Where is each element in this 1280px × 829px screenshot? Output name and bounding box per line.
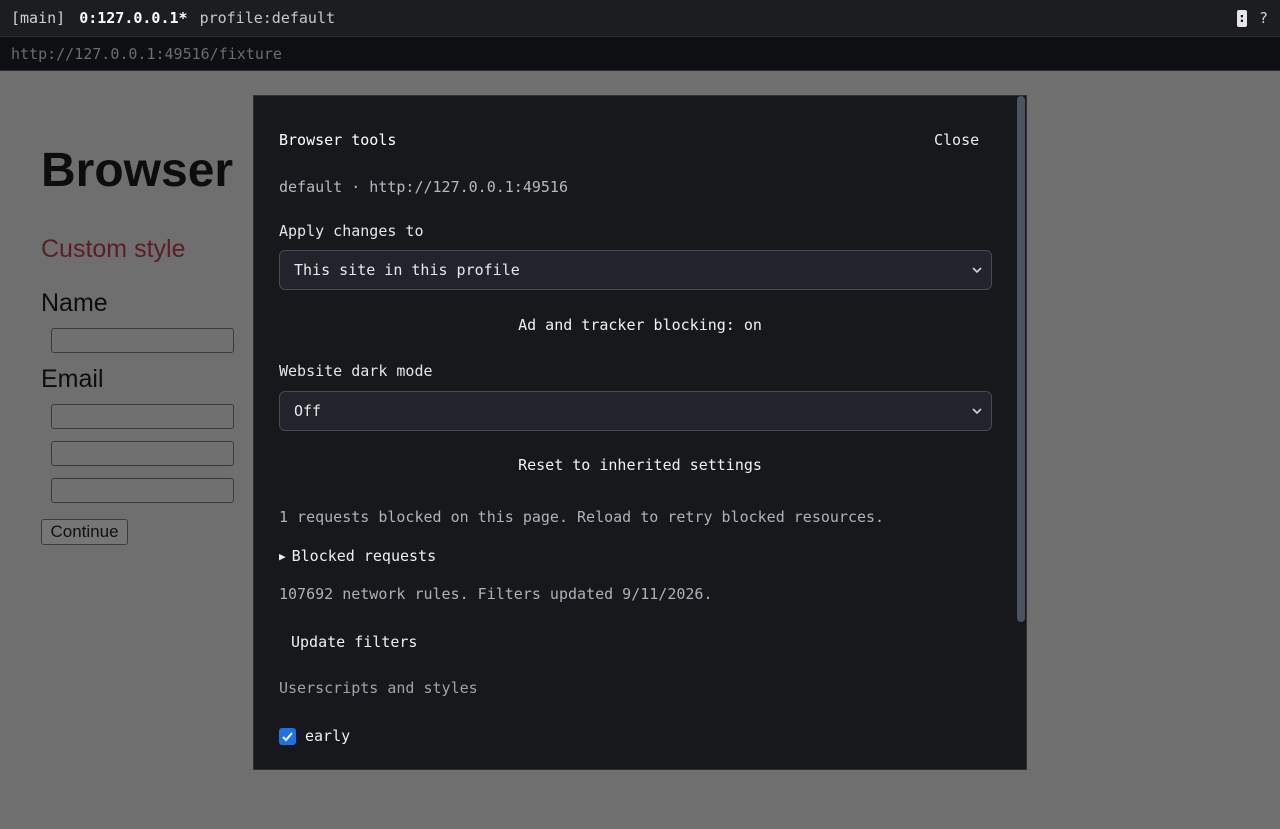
dialog-scrollbar[interactable] (1017, 96, 1025, 622)
continue-button[interactable]: Continue (41, 519, 128, 545)
dark-mode-label: Website dark mode (279, 362, 433, 380)
blocking-status[interactable]: Ad and tracker blocking: on (254, 316, 1026, 334)
userscript-label: early (305, 727, 351, 745)
top-status-bar: [main] 0:127.0.0.1* profile:default : ? (0, 0, 1280, 36)
blocked-requests-toggle[interactable]: ▶ Blocked requests (279, 547, 436, 565)
name-input[interactable] (51, 328, 234, 353)
apply-changes-select[interactable]: This site in this profile (279, 250, 992, 290)
page-heading: Browser (41, 144, 234, 197)
profile-label: profile:default (199, 9, 336, 27)
url-text: http://127.0.0.1:49516/fixture (11, 44, 282, 63)
session-label: [main] (11, 9, 66, 27)
chevron-down-icon (972, 408, 982, 415)
custom-style-text: Custom style (41, 235, 186, 263)
update-filters-button[interactable]: Update filters (291, 633, 417, 651)
dialog-subtitle: default · http://127.0.0.1:49516 (279, 178, 568, 196)
apply-changes-label: Apply changes to (279, 222, 424, 240)
email-input[interactable] (51, 404, 234, 429)
help-key[interactable]: ? (1259, 9, 1268, 27)
blocked-summary-text: 1 requests blocked on this page. Reload … (279, 508, 885, 526)
top-right-keys: : ? (1236, 0, 1268, 36)
userscripts-heading: Userscripts and styles (279, 679, 478, 697)
blocked-requests-label: Blocked requests (291, 547, 437, 565)
active-tab[interactable]: 0:127.0.0.1* (79, 9, 187, 27)
chevron-down-icon (972, 267, 982, 274)
checkbox-checked-icon[interactable] (279, 727, 296, 745)
command-key[interactable]: : (1236, 9, 1247, 27)
checkmark-icon (282, 731, 293, 741)
extra-input-2[interactable] (51, 478, 234, 503)
dark-mode-value: Off (294, 402, 322, 420)
disclosure-triangle-icon: ▶ (279, 549, 286, 563)
url-bar[interactable]: http://127.0.0.1:49516/fixture (0, 36, 1280, 71)
dark-mode-select[interactable]: Off (279, 391, 992, 431)
reset-button[interactable]: Reset to inherited settings (254, 456, 1026, 474)
close-button[interactable]: Close (934, 131, 979, 149)
rules-status-text: 107692 network rules. Filters updated 9/… (279, 585, 713, 603)
dialog-title: Browser tools (279, 131, 397, 149)
browser-tools-dialog: Browser tools Close default · http://127… (253, 95, 1027, 770)
extra-input-1[interactable] (51, 441, 234, 466)
userscript-item-early[interactable]: early (279, 727, 350, 745)
email-label: Email (41, 365, 104, 393)
name-label: Name (41, 289, 108, 317)
apply-changes-value: This site in this profile (294, 261, 520, 279)
